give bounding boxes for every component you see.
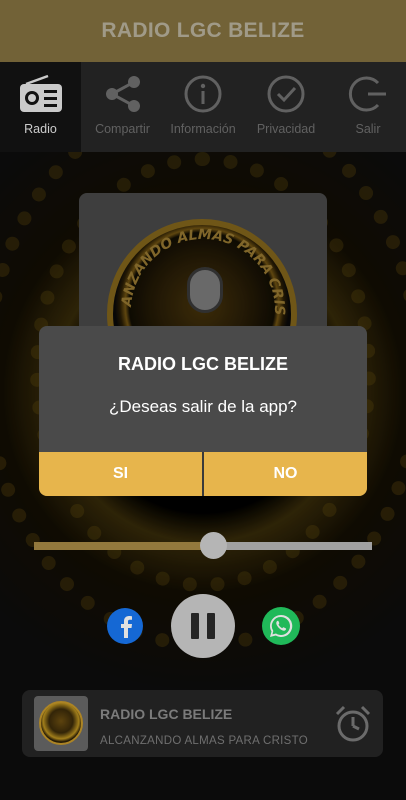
yes-button[interactable]: SI: [39, 452, 202, 496]
dialog-title: RADIO LGC BELIZE: [118, 354, 288, 374]
dialog-buttons: SI NO: [39, 452, 367, 496]
no-button[interactable]: NO: [202, 452, 367, 496]
dialog-message: ¿Deseas salir de la app?: [108, 397, 298, 416]
exit-dialog: RADIO LGC BELIZE ¿Deseas salir de la app…: [39, 326, 367, 496]
